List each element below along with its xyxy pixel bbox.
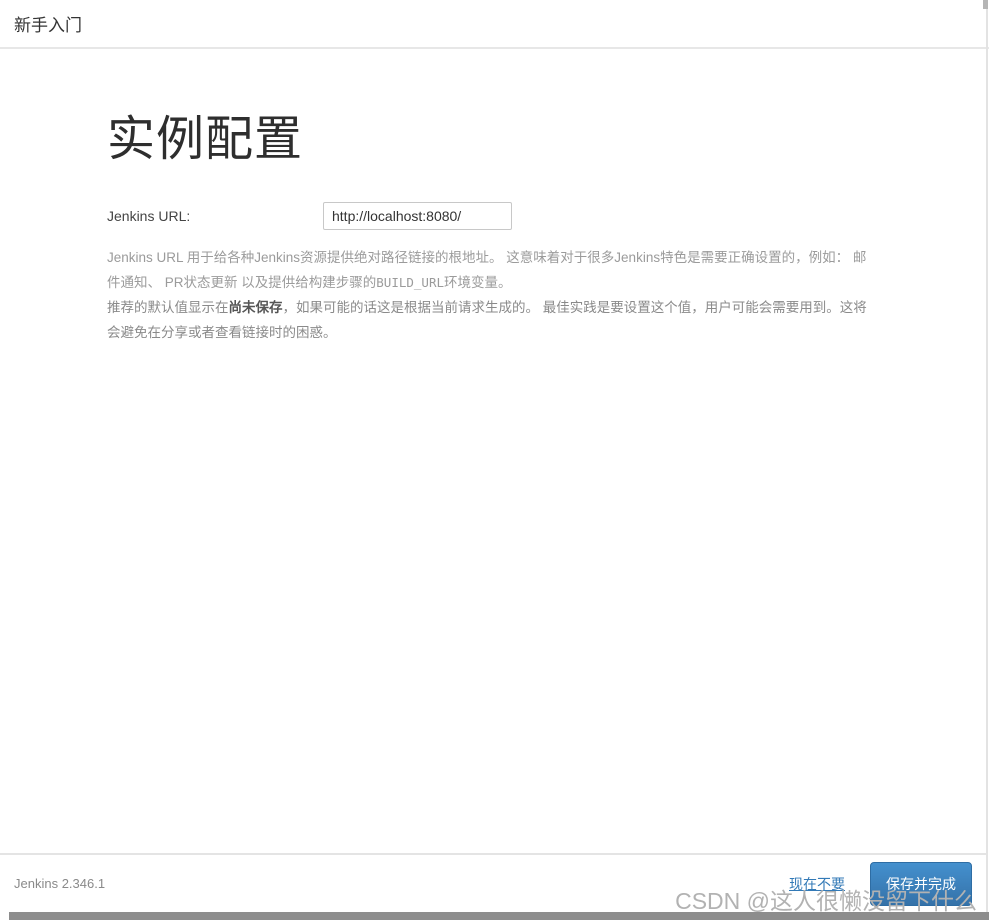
scrollbar-notch [983,0,988,9]
build-url-code: BUILD_URL [376,275,444,290]
jenkins-url-input[interactable] [323,202,512,230]
save-and-finish-button[interactable]: 保存并完成 [870,861,972,906]
not-now-link[interactable]: 现在不要 [789,874,845,894]
desc1-text-after: 环境变量。 [444,275,512,290]
wizard-body: 实例配置 Jenkins URL: Jenkins URL 用于给各种Jenki… [0,49,989,345]
url-description-paragraph-2: 推荐的默认值显示在尚未保存，如果可能的话这是根据当前请求生成的。 最佳实践是要设… [107,295,871,345]
url-description-paragraph-1: Jenkins URL 用于给各种Jenkins资源提供绝对路径链接的根地址。 … [107,245,871,295]
setup-wizard-modal: 新手入门 实例配置 Jenkins URL: Jenkins URL 用于给各种… [0,0,989,920]
jenkins-url-form-row: Jenkins URL: [107,202,989,230]
wizard-header: 新手入门 [0,0,989,49]
modal-bottom-shadow [9,912,989,920]
jenkins-version-label: Jenkins 2.346.1 [14,876,106,891]
not-saved-bold-text: 尚未保存 [228,300,283,315]
page-title: 实例配置 [107,113,304,166]
url-description: Jenkins URL 用于给各种Jenkins资源提供绝对路径链接的根地址。 … [107,245,871,345]
jenkins-url-label: Jenkins URL: [107,208,191,224]
wizard-header-title: 新手入门 [14,16,82,35]
desc2-text-before: 推荐的默认值显示在 [107,300,229,315]
wizard-footer: Jenkins 2.346.1 现在不要 保存并完成 [0,853,986,912]
modal-right-edge [986,0,988,912]
